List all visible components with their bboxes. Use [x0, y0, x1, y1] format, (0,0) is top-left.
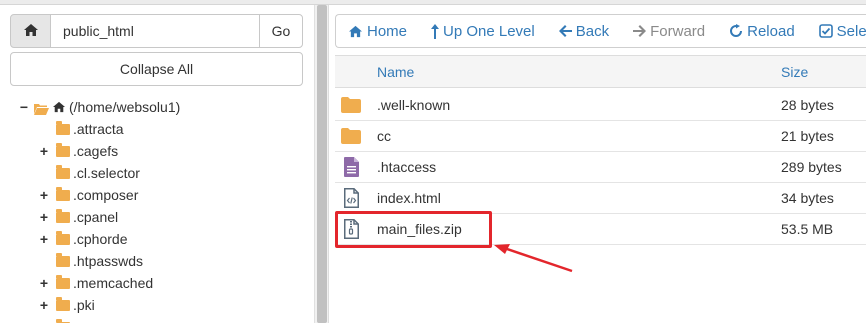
folder-icon	[56, 164, 70, 179]
folder-open-icon	[34, 102, 49, 115]
tree-item-label: .cphorde	[73, 231, 128, 247]
tree-item-label: .pki	[73, 297, 95, 313]
file-name: .well-known	[377, 97, 451, 113]
folder-icon	[341, 95, 361, 115]
tree-item[interactable]: + .pki	[38, 294, 95, 316]
table-header: Name Size	[335, 55, 866, 88]
tree-item-label: .composer	[73, 187, 139, 203]
file-name: cc	[377, 128, 391, 144]
scrollbar-thumb[interactable]	[317, 5, 327, 323]
forward-button[interactable]: Forward	[621, 14, 717, 48]
file-size: 289 bytes	[781, 159, 842, 175]
go-button[interactable]: Go	[259, 14, 303, 48]
select-all-button[interactable]: Select	[807, 14, 866, 48]
refresh-icon	[729, 24, 743, 38]
table-row[interactable]: .htaccess 289 bytes	[335, 152, 866, 183]
reload-button[interactable]: Reload	[717, 14, 807, 48]
code-file-icon	[341, 188, 361, 208]
home-icon	[23, 23, 39, 40]
expand-toggle-icon[interactable]: +	[38, 188, 50, 202]
file-list-pane: Home Up One Level Back Forward Reload Se…	[328, 5, 866, 323]
expand-toggle-icon[interactable]: +	[38, 144, 50, 158]
tree-item[interactable]: .attracta	[38, 118, 124, 140]
folder-icon	[56, 120, 70, 135]
table-row[interactable]: index.html 34 bytes	[335, 183, 866, 214]
folder-icon	[56, 252, 70, 267]
folder-icon	[56, 296, 70, 311]
back-button[interactable]: Back	[547, 14, 621, 48]
name-column-header[interactable]: Name	[377, 56, 414, 89]
tree-item-label: .memcached	[73, 275, 154, 291]
arrow-right-icon	[633, 25, 647, 37]
tree-item[interactable]: + .cagefs	[38, 140, 118, 162]
tree-item-label: .cpanel	[73, 209, 119, 225]
check-square-icon	[818, 24, 833, 38]
directory-tree-pane: Go Collapse All − (/home/websolu1) .attr…	[0, 5, 314, 323]
arrow-left-icon	[558, 25, 572, 37]
pane-divider-scrollbar[interactable]	[314, 5, 328, 323]
folder-icon	[341, 126, 361, 146]
file-name: index.html	[377, 190, 441, 206]
tree-item[interactable]: + .memcached	[38, 272, 153, 294]
expand-toggle-icon[interactable]: +	[38, 276, 50, 290]
file-name: .htaccess	[377, 159, 437, 175]
collapse-toggle-icon[interactable]: −	[18, 100, 30, 114]
home-directory-button[interactable]	[10, 14, 51, 48]
folder-icon	[56, 230, 70, 245]
tree-item-partial[interactable]	[38, 316, 73, 323]
tree-item[interactable]: + .composer	[38, 184, 138, 206]
file-size: 34 bytes	[781, 190, 834, 206]
file-size: 53.5 MB	[781, 221, 834, 237]
tree-item-label: .attracta	[73, 121, 124, 137]
home-button[interactable]: Home	[336, 14, 419, 48]
tree-item[interactable]: .cl.selector	[38, 162, 140, 184]
folder-icon	[56, 208, 70, 223]
table-row[interactable]: cc 21 bytes	[335, 121, 866, 152]
path-input[interactable]	[51, 14, 259, 48]
folder-icon	[56, 274, 70, 289]
highlight-box	[335, 211, 492, 248]
tree-item[interactable]: .htpasswds	[38, 250, 143, 272]
tree-item-label: .htpasswds	[73, 253, 144, 269]
tree-item-label: .cl.selector	[73, 165, 140, 181]
home-icon	[348, 25, 363, 38]
file-size: 21 bytes	[781, 128, 834, 144]
tree-item[interactable]: + .cpanel	[38, 206, 118, 228]
text-file-icon	[341, 157, 361, 177]
annotation-arrow-icon	[494, 244, 573, 273]
tree-root[interactable]: − (/home/websolu1)	[18, 96, 180, 118]
folder-icon	[56, 142, 70, 157]
tree-root-label: (/home/websolu1)	[69, 99, 181, 115]
tree-item[interactable]: + .cphorde	[38, 228, 127, 250]
expand-toggle-icon[interactable]: +	[38, 232, 50, 246]
up-one-level-button[interactable]: Up One Level	[419, 14, 547, 48]
table-row[interactable]: .well-known 28 bytes	[335, 90, 866, 121]
tree-item-label: .cagefs	[73, 143, 119, 159]
size-column-header[interactable]: Size	[781, 56, 808, 89]
path-bar: Go	[10, 14, 303, 48]
file-size: 28 bytes	[781, 97, 834, 113]
expand-toggle-icon[interactable]: +	[38, 210, 50, 224]
long-arrow-up-icon	[431, 23, 440, 39]
folder-icon	[56, 186, 70, 201]
home-icon	[52, 101, 66, 113]
expand-toggle-icon[interactable]: +	[38, 298, 50, 312]
collapse-all-button[interactable]: Collapse All	[10, 52, 303, 86]
toolbar: Home Up One Level Back Forward Reload Se…	[335, 14, 866, 48]
